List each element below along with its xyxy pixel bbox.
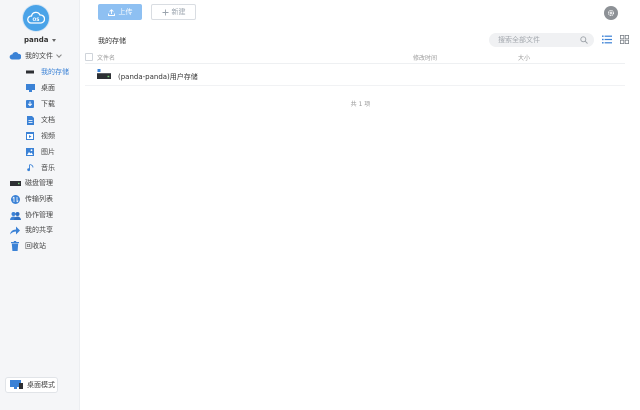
sidebar-item-download[interactable]: 下载	[0, 97, 80, 111]
transfer-icon	[9, 194, 21, 204]
search-box[interactable]	[489, 33, 594, 47]
trash-icon	[9, 241, 21, 251]
sidebar-item-label: 图片	[41, 148, 55, 156]
table-header: 文件名 修改时间 大小	[85, 50, 625, 64]
grid-view-icon	[620, 35, 629, 44]
download-icon	[24, 99, 36, 109]
sidebar-item-documents[interactable]: 文档	[0, 113, 80, 127]
plus-icon	[162, 9, 168, 15]
file-name: (panda-panda)用户存储	[118, 73, 198, 81]
desktop-icon	[24, 83, 36, 93]
sidebar-item-label: 下载	[41, 100, 55, 108]
sidebar-item-label: 传输列表	[25, 195, 53, 203]
item-count: 共 1 项	[350, 101, 371, 108]
select-all-checkbox[interactable]	[85, 53, 93, 61]
column-header-size[interactable]: 大小	[518, 53, 530, 62]
sidebar-item-label: 协作管理	[25, 211, 53, 219]
sidebar-item-label: 磁盘管理	[25, 179, 53, 187]
column-header-modified[interactable]: 修改时间	[413, 53, 437, 62]
sidebar-item-images[interactable]: 图片	[0, 145, 80, 159]
storage-drive-icon	[97, 69, 111, 82]
sidebar-item-label: 桌面	[41, 84, 55, 92]
share-icon	[9, 225, 21, 235]
sidebar: OS panda 我的文件 我的存储 桌面 下载 文档 视频 图片 音乐 磁盘管…	[0, 0, 80, 410]
sidebar-my-files-label: 我的文件	[25, 52, 53, 60]
desktop-mode-label: 桌面模式	[27, 381, 55, 389]
sidebar-item-my-storage[interactable]: 我的存储	[0, 65, 80, 79]
app-logo[interactable]: OS	[23, 5, 49, 31]
search-icon[interactable]	[580, 36, 588, 44]
upload-button-label: 上传	[118, 8, 133, 16]
gear-icon	[607, 9, 615, 17]
cloud-icon	[9, 51, 21, 61]
sidebar-item-label: 文档	[41, 116, 55, 124]
table-row[interactable]: (panda-panda)用户存储	[85, 66, 625, 86]
sidebar-item-my-shares[interactable]: 我的共享	[0, 223, 80, 237]
sidebar-item-transfer-list[interactable]: 传输列表	[0, 192, 80, 206]
collaboration-icon	[9, 210, 21, 220]
caret-down-icon	[52, 38, 57, 42]
sidebar-item-video[interactable]: 视频	[0, 129, 80, 143]
sidebar-item-label: 音乐	[41, 164, 55, 172]
sidebar-item-label: 我的存储	[41, 68, 69, 76]
sidebar-item-desktop[interactable]: 桌面	[0, 81, 80, 95]
sidebar-item-label: 视频	[41, 132, 55, 140]
disk-icon	[9, 178, 21, 188]
sidebar-item-label: 回收站	[25, 242, 46, 250]
sidebar-item-label: 我的共享	[25, 226, 53, 234]
document-icon	[24, 115, 36, 125]
upload-button[interactable]: 上传	[98, 4, 142, 20]
sidebar-item-collaboration[interactable]: 协作管理	[0, 208, 80, 222]
video-icon	[24, 131, 36, 141]
sidebar-item-disk-management[interactable]: 磁盘管理	[0, 176, 80, 190]
chevron-down-icon	[56, 52, 62, 58]
sidebar-item-music[interactable]: 音乐	[0, 161, 80, 175]
user-menu[interactable]: panda	[24, 36, 57, 44]
main-panel: 上传 新建 我的存储 文件名 修改时间 大小 (panda-pand	[81, 0, 640, 410]
new-button-label: 新建	[171, 8, 186, 16]
music-icon	[24, 163, 36, 173]
grid-view-button[interactable]	[620, 35, 629, 46]
cloud-os-logo-icon: OS	[27, 11, 45, 24]
column-header-name[interactable]: 文件名	[97, 53, 115, 62]
settings-avatar[interactable]	[604, 6, 618, 20]
search-input[interactable]	[498, 36, 576, 44]
svg-text:OS: OS	[32, 17, 39, 23]
sidebar-my-files[interactable]: 我的文件	[0, 49, 80, 63]
username: panda	[24, 36, 49, 44]
desktop-mode-icon	[10, 379, 23, 391]
new-button[interactable]: 新建	[151, 4, 196, 20]
list-view-icon	[602, 35, 612, 44]
list-view-button[interactable]	[602, 35, 612, 46]
upload-icon	[107, 8, 115, 16]
storage-icon	[24, 67, 36, 77]
image-icon	[24, 147, 36, 157]
breadcrumb: 我的存储	[98, 37, 126, 45]
sidebar-item-trash[interactable]: 回收站	[0, 239, 80, 253]
desktop-mode-button[interactable]: 桌面模式	[5, 377, 58, 393]
